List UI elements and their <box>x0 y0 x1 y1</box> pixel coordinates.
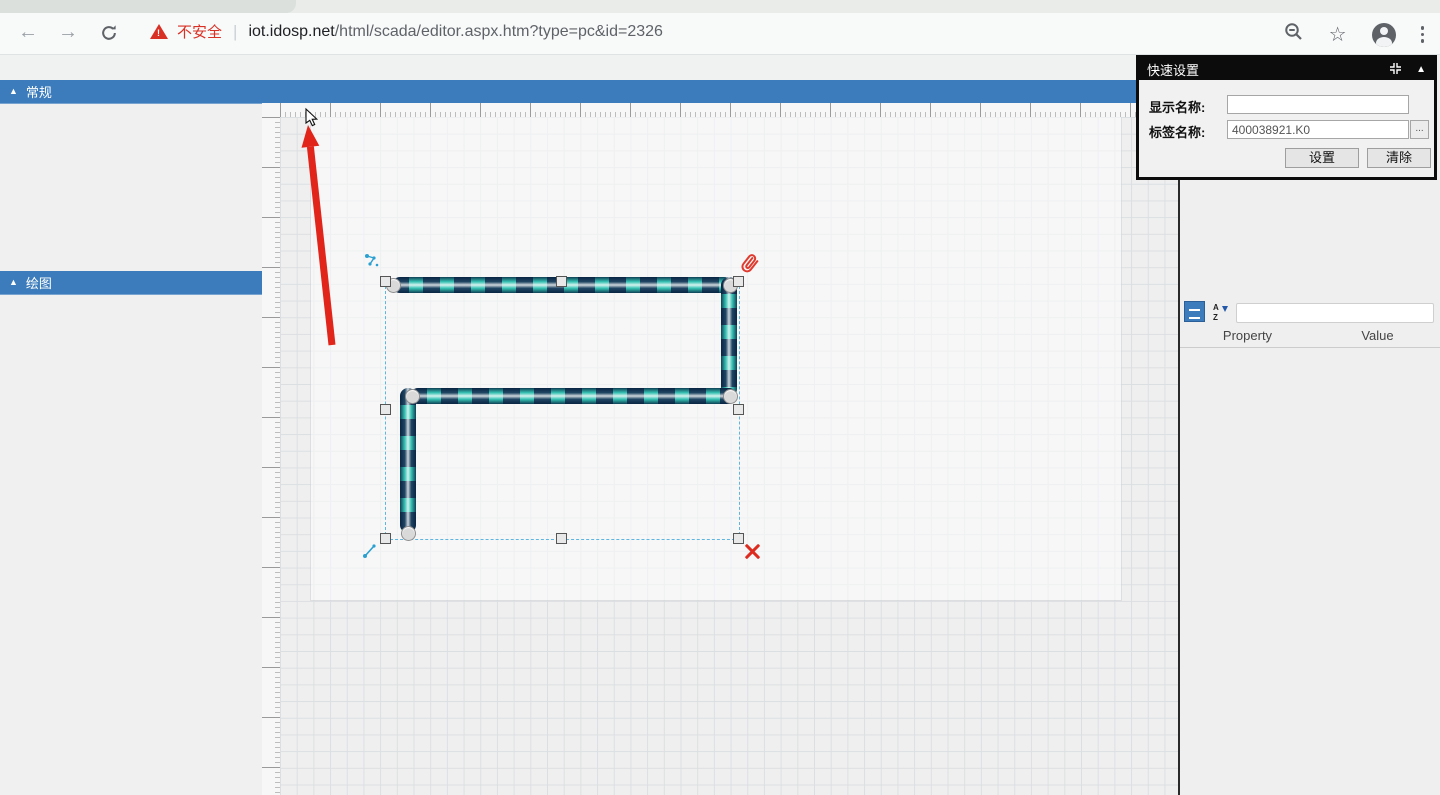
value-column-header: Value <box>1315 328 1440 343</box>
collapse-up-icon: ▲ <box>9 278 18 287</box>
bookmark-star-icon[interactable]: ☆ <box>1329 25 1347 45</box>
browser-reload-button[interactable] <box>100 24 118 47</box>
draw-tools <box>0 295 262 305</box>
pipe-vertex-handle[interactable] <box>401 526 416 541</box>
edit-nodes-icon[interactable] <box>364 253 380 274</box>
address-bar[interactable]: ! 不安全 | iot.idosp.net/html/scada/editor.… <box>150 21 663 42</box>
tag-name-label: 标签名称: <box>1149 122 1205 141</box>
horizontal-ruler <box>280 103 1178 118</box>
scada-editor-screen: ← → ! 不安全 | iot.idosp.net/html/scada/edi… <box>0 0 1440 795</box>
attach-link-icon[interactable] <box>740 251 760 280</box>
browser-actions: ☆ <box>1284 22 1424 47</box>
property-grid-header: Property Value <box>1180 325 1440 348</box>
collapse-panel-icon[interactable]: ▲ <box>1416 65 1426 75</box>
resize-handle-e[interactable] <box>733 404 744 415</box>
section-title: 绘图 <box>26 273 52 292</box>
browser-back-button[interactable]: ← <box>18 20 38 44</box>
editor-toolbar <box>262 80 1178 103</box>
resize-handle-n[interactable] <box>556 276 567 287</box>
selection-bounding-box[interactable] <box>385 281 740 540</box>
browser-menu-icon[interactable] <box>1421 26 1425 43</box>
browse-tags-button[interactable]: ... <box>1410 120 1429 139</box>
design-canvas[interactable] <box>280 117 1178 795</box>
browser-tab[interactable] <box>0 0 296 13</box>
property-grid-rows <box>1180 347 1440 795</box>
display-name-label: 显示名称: <box>1149 97 1205 116</box>
pipe-vertex-handle[interactable] <box>723 389 738 404</box>
tag-name-input[interactable]: 400038921.K0 <box>1227 120 1409 139</box>
page-url: iot.idosp.net/html/scada/editor.aspx.htm… <box>248 23 662 41</box>
display-name-input[interactable] <box>1227 95 1409 114</box>
vertical-ruler <box>262 117 281 795</box>
editor-app: ▲ 常规 ▲ 绘图 <box>0 55 1440 795</box>
resize-handle-w[interactable] <box>380 404 391 415</box>
editor-area <box>262 80 1178 795</box>
edit-line-icon[interactable] <box>362 543 378 564</box>
collapse-up-icon: ▲ <box>9 87 18 96</box>
property-filter-box[interactable] <box>1236 303 1434 323</box>
pipe-segment-left[interactable] <box>400 388 416 533</box>
delete-icon[interactable] <box>743 542 762 561</box>
section-title: 常规 <box>26 82 52 101</box>
url-host: iot.idosp.net <box>248 23 334 40</box>
profile-avatar[interactable] <box>1372 23 1396 47</box>
quick-settings-panel: 快速设置 ▲ 显示名称: 标签名称: 400038921.K0 ... 设置 清… <box>1136 55 1437 180</box>
pipe-segment-right[interactable] <box>721 277 737 397</box>
url-separator: | <box>233 22 237 42</box>
menu-bar <box>0 55 1190 80</box>
component-sidebar: ▲ 常规 ▲ 绘图 <box>0 80 263 795</box>
dock-panel-icon[interactable] <box>1389 62 1402 78</box>
ruler-corner <box>262 103 281 118</box>
browser-toolbar: ← → ! 不安全 | iot.idosp.net/html/scada/edi… <box>0 13 1440 55</box>
property-column-header: Property <box>1180 328 1315 343</box>
clear-button[interactable]: 清除 <box>1367 148 1431 168</box>
quick-settings-titlebar[interactable]: 快速设置 ▲ <box>1139 58 1434 80</box>
sort-alphabetical-icon[interactable]: AZ <box>1210 301 1231 322</box>
url-path: /html/scada/editor.aspx.htm?type=pc&id=2… <box>335 23 663 40</box>
sidebar-section-draw[interactable]: ▲ 绘图 <box>0 271 262 295</box>
resize-handle-s[interactable] <box>556 533 567 544</box>
resize-handle-nw[interactable] <box>380 276 391 287</box>
resize-handle-sw[interactable] <box>380 533 391 544</box>
set-button[interactable]: 设置 <box>1285 148 1359 168</box>
pipe-vertex-handle[interactable] <box>405 389 420 404</box>
zoom-out-page-icon[interactable] <box>1284 22 1304 47</box>
pipe-segment-middle[interactable] <box>410 388 737 404</box>
sidebar-section-general[interactable]: ▲ 常规 <box>0 80 262 104</box>
categorized-view-icon[interactable] <box>1184 301 1205 322</box>
security-warning-icon: ! <box>150 23 169 40</box>
browser-forward-button[interactable]: → <box>58 20 78 44</box>
quick-settings-title: 快速设置 <box>1147 60 1199 79</box>
browser-tab-strip <box>0 0 1440 13</box>
security-warning-label: 不安全 <box>177 21 222 42</box>
general-tools <box>0 104 262 271</box>
